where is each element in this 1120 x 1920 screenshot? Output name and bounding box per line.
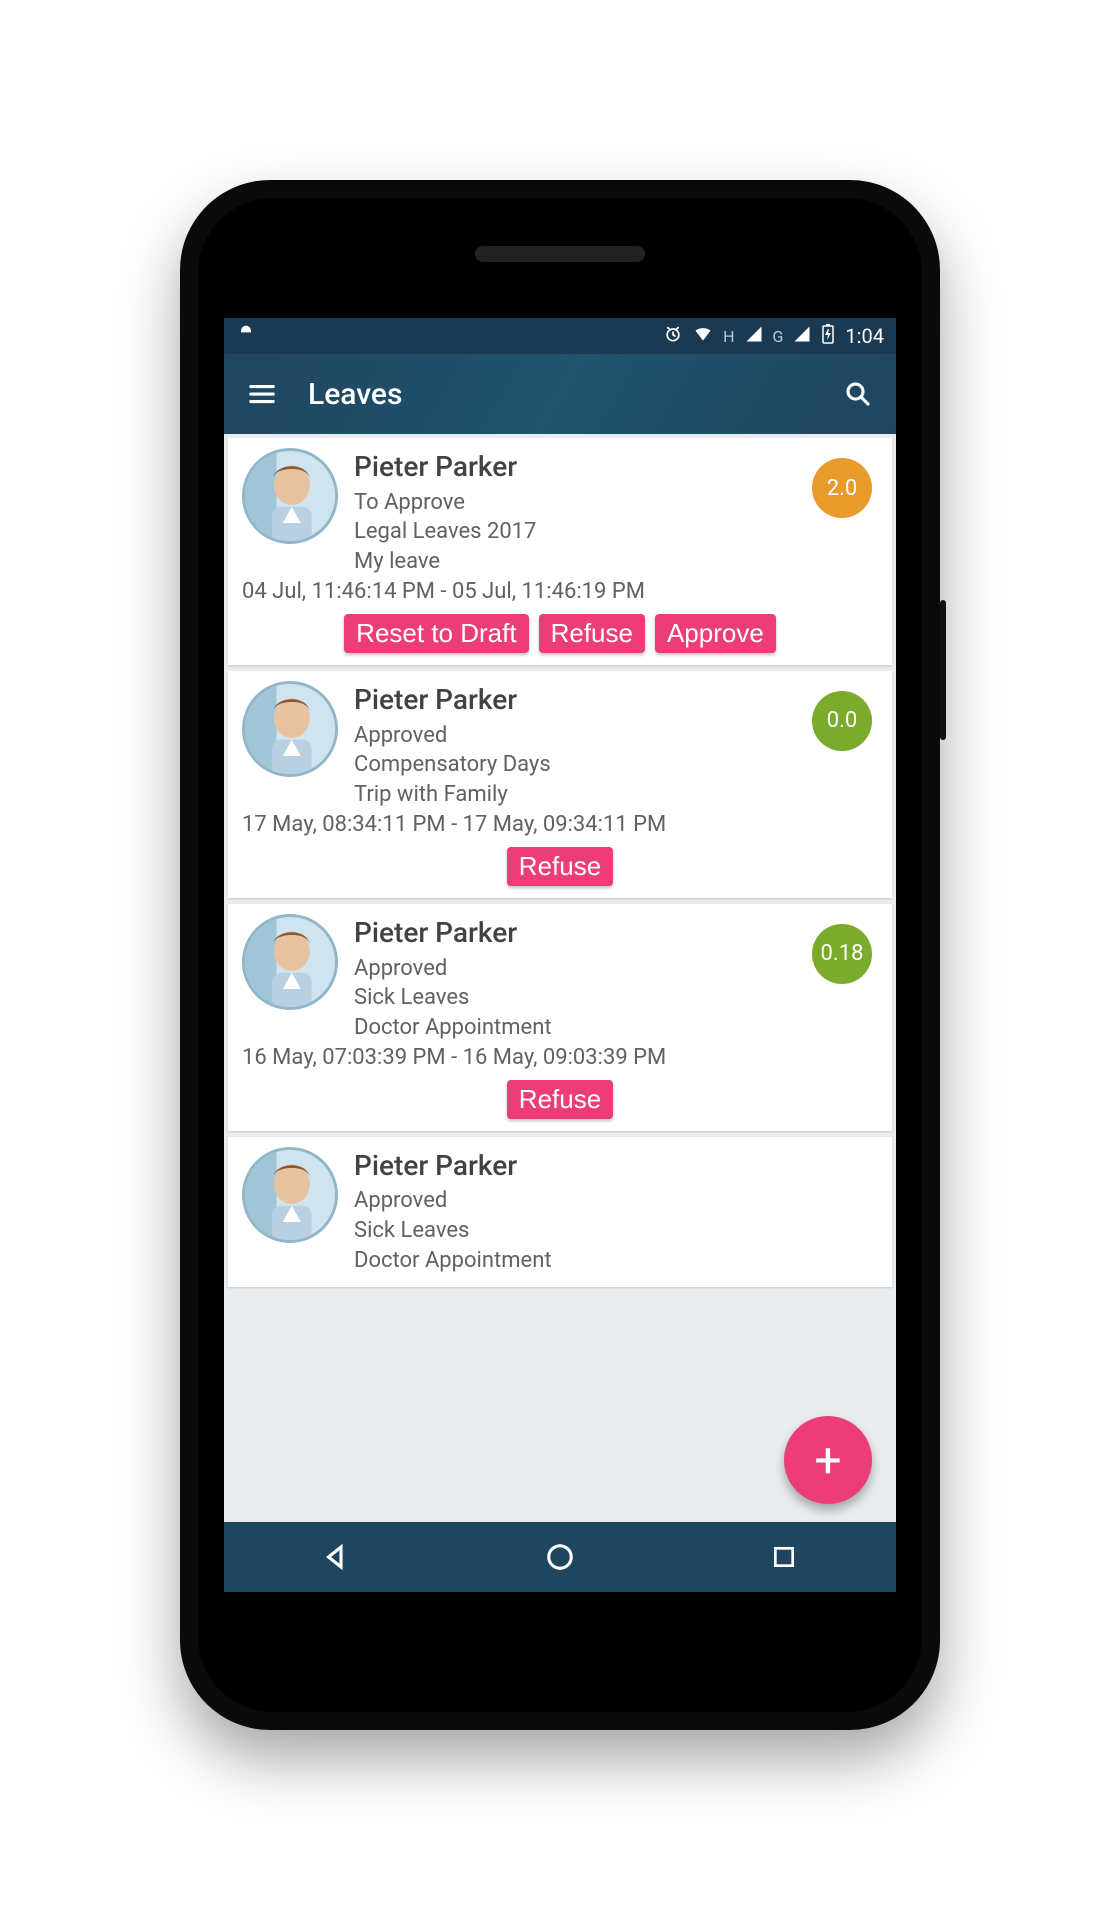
leave-type: Sick Leaves xyxy=(354,1216,878,1246)
wifi-icon xyxy=(693,324,713,349)
date-range: 16 May, 07:03:39 PM - 16 May, 09:03:39 P… xyxy=(242,1045,878,1070)
android-icon xyxy=(236,324,256,349)
avatar xyxy=(242,681,338,777)
menu-button[interactable] xyxy=(244,376,280,412)
circle-home-icon xyxy=(545,1542,575,1572)
nav-back-button[interactable] xyxy=(318,1539,354,1575)
phone-speaker xyxy=(475,246,645,262)
status-time: 1:04 xyxy=(845,324,884,348)
leave-card[interactable]: 0.18 Pieter Parker Approved Sick Leaves … xyxy=(228,904,892,1131)
screen: H G 1:04 xyxy=(224,318,896,1592)
nav-recents-button[interactable] xyxy=(766,1539,802,1575)
days-value: 0.0 xyxy=(827,708,858,733)
employee-name: Pieter Parker xyxy=(354,681,878,719)
action-button[interactable]: Refuse xyxy=(507,847,613,886)
battery-icon xyxy=(821,324,835,349)
status-label: Approved xyxy=(354,721,878,751)
leave-reason: Trip with Family xyxy=(354,780,878,810)
leave-list[interactable]: 2.0 Pieter Parker To Approve Legal Leave… xyxy=(224,434,896,1522)
days-badge: 2.0 xyxy=(812,458,872,518)
leave-info: Pieter Parker Approved Sick Leaves Docto… xyxy=(354,1147,878,1276)
status-label: Approved xyxy=(354,1186,878,1216)
android-nav-bar xyxy=(224,1522,896,1592)
search-button[interactable] xyxy=(840,376,876,412)
status-bar: H G 1:04 xyxy=(224,318,896,354)
search-icon xyxy=(843,379,873,409)
date-range: 04 Jul, 11:46:14 PM - 05 Jul, 11:46:19 P… xyxy=(242,579,878,604)
status-label: Approved xyxy=(354,954,878,984)
plus-icon: + xyxy=(814,1432,841,1489)
leave-card[interactable]: Pieter Parker Approved Sick Leaves Docto… xyxy=(228,1137,892,1288)
phone-power-button xyxy=(940,600,946,740)
alarm-icon xyxy=(663,324,683,349)
avatar xyxy=(242,914,338,1010)
network-label-h: H xyxy=(723,327,734,346)
action-row: Refuse xyxy=(242,1080,878,1119)
nav-home-button[interactable] xyxy=(542,1539,578,1575)
signal-icon-2 xyxy=(793,324,811,348)
employee-name: Pieter Parker xyxy=(354,914,878,952)
hamburger-icon xyxy=(247,379,277,409)
employee-name: Pieter Parker xyxy=(354,1147,878,1185)
square-recents-icon xyxy=(771,1544,797,1570)
action-button[interactable]: Approve xyxy=(655,614,776,653)
triangle-back-icon xyxy=(321,1542,351,1572)
status-right: H G 1:04 xyxy=(663,324,884,349)
date-range: 17 May, 08:34:11 PM - 17 May, 09:34:11 P… xyxy=(242,812,878,837)
leave-reason: Doctor Appointment xyxy=(354,1013,878,1043)
leave-type: Sick Leaves xyxy=(354,983,878,1013)
action-button[interactable]: Reset to Draft xyxy=(344,614,528,653)
action-button[interactable]: Refuse xyxy=(507,1080,613,1119)
app-bar: Leaves xyxy=(224,354,896,434)
leave-reason: Doctor Appointment xyxy=(354,1246,878,1276)
avatar xyxy=(242,1147,338,1243)
phone-inner: H G 1:04 xyxy=(198,198,922,1712)
days-value: 0.18 xyxy=(821,941,864,966)
days-value: 2.0 xyxy=(827,476,858,501)
network-label-g: G xyxy=(773,327,784,346)
employee-name: Pieter Parker xyxy=(354,448,878,486)
days-badge: 0.18 xyxy=(812,924,872,984)
leave-reason: My leave xyxy=(354,547,878,577)
leave-info: Pieter Parker To Approve Legal Leaves 20… xyxy=(354,448,878,577)
leave-type: Compensatory Days xyxy=(354,750,878,780)
leave-info: Pieter Parker Approved Sick Leaves Docto… xyxy=(354,914,878,1043)
leave-type: Legal Leaves 2017 xyxy=(354,517,878,547)
leave-card[interactable]: 2.0 Pieter Parker To Approve Legal Leave… xyxy=(228,438,892,665)
action-row: Reset to Draft Refuse Approve xyxy=(242,614,878,653)
add-leave-fab[interactable]: + xyxy=(784,1416,872,1504)
leave-card[interactable]: 0.0 Pieter Parker Approved Compensatory … xyxy=(228,671,892,898)
status-label: To Approve xyxy=(354,488,878,518)
signal-icon xyxy=(745,324,763,348)
avatar xyxy=(242,448,338,544)
status-left xyxy=(236,324,256,349)
leave-info: Pieter Parker Approved Compensatory Days… xyxy=(354,681,878,810)
page-title: Leaves xyxy=(308,377,402,412)
phone-frame: H G 1:04 xyxy=(180,180,940,1730)
action-button[interactable]: Refuse xyxy=(539,614,645,653)
days-badge: 0.0 xyxy=(812,691,872,751)
action-row: Refuse xyxy=(242,847,878,886)
